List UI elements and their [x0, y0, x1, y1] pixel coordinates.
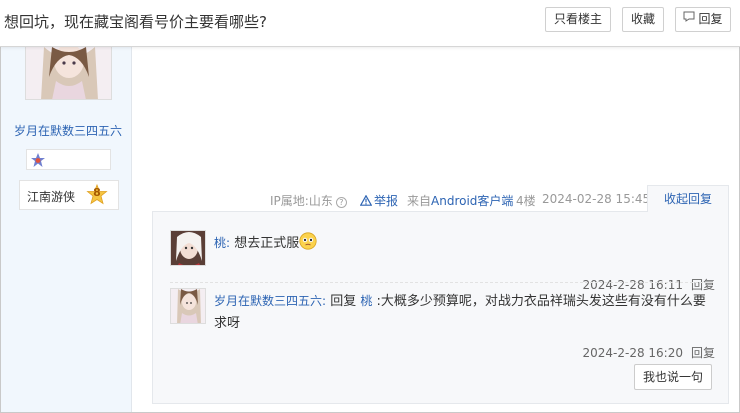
- reply-text: 桃: 想去正式服: [214, 232, 714, 258]
- author-name[interactable]: 岁月在默数三四五六: [14, 122, 122, 139]
- level-number: 8: [93, 186, 101, 199]
- add-comment-button[interactable]: 我也说一句: [634, 364, 712, 390]
- medal-icon[interactable]: [30, 152, 46, 172]
- floor-number: 4楼: [516, 194, 536, 208]
- reply-word: 回复: [330, 294, 357, 309]
- reply-target[interactable]: 桃: [360, 294, 372, 308]
- report-link[interactable]: 举报: [359, 192, 398, 209]
- level-title: 江南游侠: [27, 190, 76, 204]
- divider: [170, 282, 713, 283]
- avatar[interactable]: [170, 288, 206, 324]
- favorite-button[interactable]: 收藏: [622, 7, 664, 32]
- thread-title: 想回坑，现在藏宝阁看号价主要看哪些?: [4, 13, 267, 31]
- only-owner-button[interactable]: 只看楼主: [545, 7, 611, 32]
- list-item: 岁月在默数三四五六: 回复 桃 :大概多少预算呢，对战力衣品祥瑞头发这些有没有什…: [170, 288, 715, 360]
- avatar[interactable]: [170, 230, 206, 266]
- reply-user[interactable]: 岁月在默数三四五六:: [214, 294, 326, 308]
- post-source: 来自Android客户端: [407, 194, 514, 208]
- author-sidebar: 岁月在默数三四五六 江南游侠 8: [1, 47, 132, 412]
- post-time: 2024-02-28 15:45: [542, 192, 651, 206]
- comment-icon: [683, 7, 695, 30]
- warning-icon: [359, 194, 373, 209]
- reply-user[interactable]: 桃:: [214, 236, 230, 250]
- reply-link[interactable]: 回复: [691, 346, 715, 360]
- reply-button-label: 回复: [698, 12, 723, 26]
- author-avatar[interactable]: [25, 47, 112, 100]
- reply-footer: 2024-2-28 16:20 回复: [582, 344, 715, 361]
- thread-header: 想回坑，现在藏宝阁看号价主要看哪些? 只看楼主 收藏 回复: [0, 0, 740, 47]
- collapse-replies-button[interactable]: 收起回复: [647, 185, 729, 212]
- client-link[interactable]: Android客户端: [431, 194, 513, 208]
- help-icon[interactable]: ?: [335, 197, 347, 208]
- reply-text: 岁月在默数三四五六: 回复 桃 :大概多少预算呢，对战力衣品祥瑞头发这些有没有什…: [214, 290, 714, 335]
- emoji-icon: [299, 232, 317, 258]
- reply-content: 想去正式服: [234, 236, 300, 251]
- ip-location: IP属地:山东?: [270, 192, 347, 209]
- medal-box: [26, 149, 111, 170]
- reply-time: 2024-2-28 16:20: [582, 346, 683, 360]
- list-item: 桃: 想去正式服 2024-2-28 16:11 回复: [170, 230, 715, 292]
- level-box[interactable]: 江南游侠 8: [19, 180, 119, 210]
- reply-button[interactable]: 回复: [675, 7, 731, 32]
